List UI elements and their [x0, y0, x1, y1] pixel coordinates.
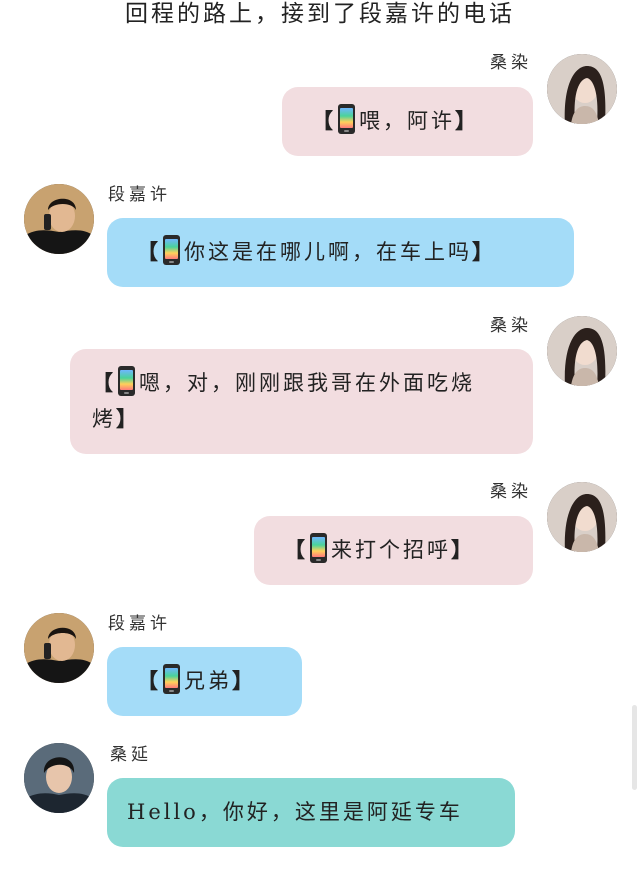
message-text: 兄弟: [184, 669, 232, 693]
bracket-open: 【: [312, 108, 336, 133]
sender-name: 桑延: [110, 745, 152, 765]
bracket-open: 【: [284, 537, 308, 562]
message-text: 嗯，对，刚刚跟我哥在外面吃烧烤: [92, 371, 475, 431]
portrait-icon: [547, 54, 617, 124]
sender-name: 段嘉许: [108, 185, 171, 205]
bracket-close: 】: [451, 537, 475, 562]
avatar-sangran[interactable]: [547, 316, 617, 386]
scrollbar[interactable]: [632, 705, 637, 790]
message-text: 喂，阿许: [359, 109, 455, 133]
message-bubble[interactable]: 【兄弟】: [107, 647, 302, 716]
sender-name: 桑染: [490, 53, 532, 73]
message-text: 来打个招呼: [331, 538, 451, 562]
avatar-sangran[interactable]: [547, 482, 617, 552]
avatar-sangyan[interactable]: [24, 743, 94, 813]
message-text: Hello，你好，这里是阿延专车: [127, 800, 463, 824]
bracket-close: 】: [116, 406, 140, 431]
bracket-open: 【: [137, 668, 161, 693]
bracket-close: 】: [455, 108, 479, 133]
sender-name: 桑染: [490, 316, 532, 336]
bracket-open: 【: [92, 370, 116, 395]
bracket-close: 】: [232, 668, 256, 693]
phone-emoji-icon: [310, 533, 327, 563]
message-bubble[interactable]: Hello，你好，这里是阿延专车: [107, 778, 515, 847]
portrait-icon: [24, 613, 94, 683]
portrait-icon: [24, 743, 94, 813]
phone-emoji-icon: [163, 664, 180, 694]
phone-emoji-icon: [118, 366, 135, 396]
avatar-sangran[interactable]: [547, 54, 617, 124]
portrait-icon: [547, 482, 617, 552]
message-text: 你这是在哪儿啊，在车上吗: [184, 240, 472, 264]
message-bubble[interactable]: 【喂，阿许】: [282, 87, 533, 156]
scene-title: 回程的路上，接到了段嘉许的电话: [125, 1, 515, 27]
phone-emoji-icon: [163, 235, 180, 265]
sender-name: 桑染: [490, 482, 532, 502]
portrait-icon: [24, 184, 94, 254]
portrait-icon: [547, 316, 617, 386]
avatar-duanjiaxu[interactable]: [24, 184, 94, 254]
bracket-close: 】: [472, 239, 496, 264]
message-bubble[interactable]: 【来打个招呼】: [254, 516, 533, 585]
bracket-open: 【: [137, 239, 161, 264]
message-bubble[interactable]: 【嗯，对，刚刚跟我哥在外面吃烧烤】: [70, 349, 533, 454]
phone-emoji-icon: [338, 104, 355, 134]
avatar-duanjiaxu[interactable]: [24, 613, 94, 683]
message-bubble[interactable]: 【你这是在哪儿啊，在车上吗】: [107, 218, 574, 287]
sender-name: 段嘉许: [108, 614, 171, 634]
